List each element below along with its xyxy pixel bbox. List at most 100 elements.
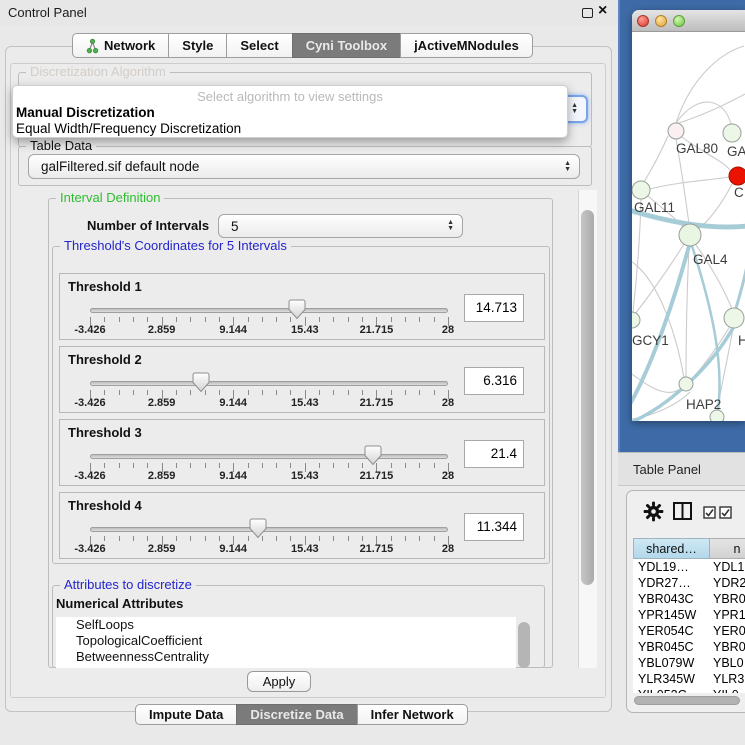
network-canvas[interactable]: GAL80GACGAL11GAL4GCY1HHAP2 — [632, 32, 745, 421]
algorithm-option-manual-discretization[interactable]: Manual Discretization — [16, 105, 155, 120]
network-node-h[interactable] — [724, 308, 744, 328]
table-cell: YDL1 — [710, 559, 745, 575]
column-header-name[interactable]: n — [709, 538, 745, 559]
network-node-gal4[interactable] — [679, 224, 701, 246]
slider-track[interactable] — [90, 454, 448, 459]
table-cell: YDR2 — [710, 575, 745, 591]
tab-jactivemnodules[interactable]: jActiveMNodules — [400, 33, 533, 58]
table-cell: YBR0 — [710, 639, 745, 655]
tab-style[interactable]: Style — [168, 33, 227, 58]
axis-tick — [434, 463, 435, 468]
axis-tick — [262, 463, 263, 468]
spinner-arrows-icon[interactable]: ▲▼ — [447, 220, 454, 232]
slider-handle[interactable] — [192, 372, 210, 393]
table-row[interactable]: YBL079WYBL0 — [633, 655, 745, 671]
table-panel-title: Table Panel — [633, 462, 701, 477]
slider-track[interactable] — [90, 381, 448, 386]
algorithm-option-equal-width-frequency[interactable]: Equal Width/Frequency Discretization — [16, 121, 241, 136]
spinner-arrows-icon[interactable]: ▲▼ — [571, 103, 578, 115]
table-row[interactable]: YDL19…YDL1 — [633, 559, 745, 575]
tab-impute-data[interactable]: Impute Data — [135, 704, 237, 725]
table-row[interactable]: YBR045CYBR0 — [633, 639, 745, 655]
float-window-icon[interactable] — [582, 8, 593, 18]
threshold-value-field[interactable]: 21.4 — [464, 440, 524, 468]
split-panel-icon[interactable] — [672, 501, 693, 521]
network-node-gal11[interactable] — [632, 181, 650, 199]
network-window-titlebar[interactable] — [632, 10, 745, 32]
axis-tick-label: 2.859 — [138, 324, 186, 336]
axis-tick — [319, 463, 320, 468]
table-data-select[interactable]: galFiltered.sif default node ▲▼ — [28, 154, 580, 179]
algorithm-dropdown-popup: Select algorithm to view settings Manual… — [12, 85, 568, 138]
threshold-value-field[interactable]: 14.713 — [464, 294, 524, 322]
interval-definition-group-title: Interval Definition — [56, 190, 164, 205]
table-row[interactable]: YLR345WYLR3 — [633, 671, 745, 687]
axis-tick — [276, 536, 277, 541]
axis-tick — [419, 390, 420, 395]
slider-handle[interactable] — [249, 518, 267, 539]
apply-button[interactable]: Apply — [247, 671, 311, 692]
table-cell: YPR145W — [633, 607, 710, 623]
panel-scrollbar-thumb[interactable] — [581, 210, 594, 585]
network-node-gcy1[interactable] — [632, 312, 640, 328]
tab-select[interactable]: Select — [226, 33, 292, 58]
axis-tick — [419, 463, 420, 468]
node-label: GAL4 — [693, 252, 728, 267]
slider-track[interactable] — [90, 527, 448, 532]
checkbox-checked-icon[interactable] — [703, 506, 716, 519]
table-row[interactable]: YBR043CYBR0 — [633, 591, 745, 607]
column-header-shared[interactable]: shared… — [633, 538, 710, 559]
spinner-arrows-icon[interactable]: ▲▼ — [564, 161, 571, 173]
axis-tick — [333, 536, 334, 541]
network-node-ga[interactable] — [723, 124, 741, 142]
scrollbar-thumb[interactable] — [518, 622, 530, 668]
axis-tick — [434, 536, 435, 541]
threshold-2-box: Threshold 2-3.4262.8599.14415.4321.71528… — [59, 346, 545, 413]
table-row[interactable]: YER054CYER0 — [633, 623, 745, 639]
axis-tick — [219, 536, 220, 541]
axis-tick — [248, 317, 249, 322]
threshold-4-box: Threshold 4-3.4262.8599.14415.4321.71528… — [59, 492, 545, 559]
table-row[interactable]: YDR27…YDR2 — [633, 575, 745, 591]
attribute-item[interactable]: SelfLoops — [56, 617, 516, 633]
tab-discretize-data[interactable]: Discretize Data — [236, 704, 357, 725]
tab-cyni-toolbox[interactable]: Cyni Toolbox — [292, 33, 401, 58]
table-cell: YBR0 — [710, 591, 745, 607]
attribute-item[interactable]: BetweennessCentrality — [56, 649, 516, 665]
network-node-c[interactable] — [729, 167, 745, 185]
axis-tick-label: 2.859 — [138, 470, 186, 482]
network-node-gal80[interactable] — [668, 123, 684, 139]
axis-tick-label: 21.715 — [352, 324, 400, 336]
table-row[interactable]: YPR145WYPR1 — [633, 607, 745, 623]
mac-close-icon[interactable] — [637, 15, 649, 27]
mac-minimize-icon[interactable] — [655, 15, 667, 27]
table-hscrollbar[interactable] — [633, 696, 745, 706]
node-label: H — [738, 333, 745, 348]
tab-infer-network[interactable]: Infer Network — [357, 704, 468, 725]
axis-tick — [405, 463, 406, 468]
axis-tick — [147, 536, 148, 541]
attributes-list-scrollbar[interactable] — [518, 622, 530, 668]
number-of-intervals-spinner[interactable]: 5 ▲▼ — [218, 214, 463, 238]
table-row[interactable]: YIL052CYIL0 — [633, 687, 745, 693]
table-cell: YDR27… — [633, 575, 710, 591]
threshold-value-field[interactable]: 6.316 — [464, 367, 524, 395]
slider-handle[interactable] — [288, 299, 306, 320]
axis-tick-label: 28 — [424, 470, 472, 482]
table-cell: YLR345W — [633, 671, 710, 687]
slider-handle-icon — [364, 445, 382, 466]
gear-icon[interactable] — [643, 501, 664, 522]
mac-zoom-icon[interactable] — [673, 15, 685, 27]
checkbox-checked-icon[interactable] — [719, 506, 732, 519]
threshold-value-field[interactable]: 11.344 — [464, 513, 524, 541]
network-node-hap2[interactable] — [679, 377, 693, 391]
scrollbar-thumb[interactable] — [634, 696, 740, 705]
slider-track[interactable] — [90, 308, 448, 313]
attribute-item[interactable]: TopologicalCoefficient — [56, 633, 516, 649]
close-icon[interactable]: × — [598, 2, 607, 20]
tab-network[interactable]: Network — [72, 33, 169, 58]
numerical-attributes-heading: Numerical Attributes — [56, 596, 183, 611]
network-node[interactable] — [710, 410, 724, 421]
slider-handle[interactable] — [364, 445, 382, 466]
axis-tick — [119, 390, 120, 395]
